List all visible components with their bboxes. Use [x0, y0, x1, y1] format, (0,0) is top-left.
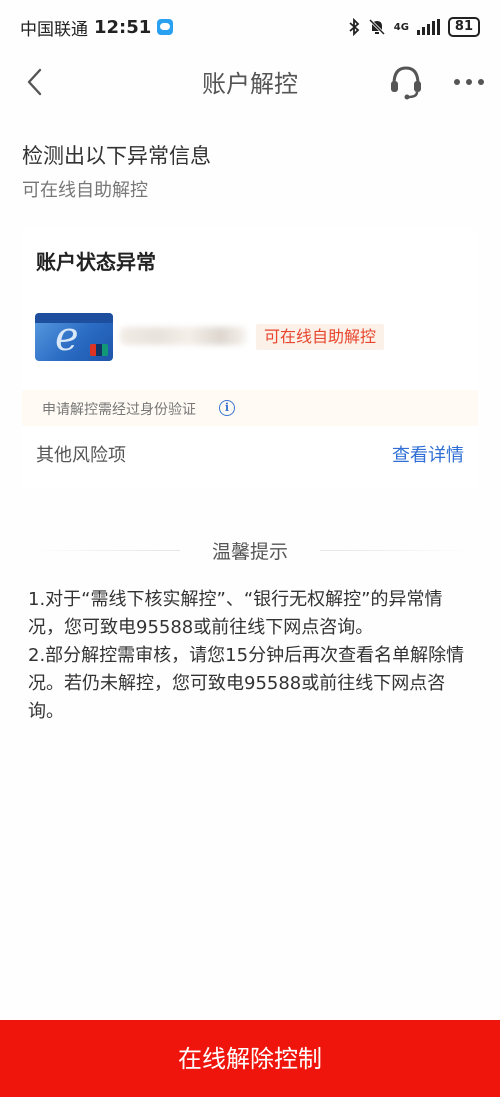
tips-header: 温馨提示	[30, 535, 470, 565]
status-right: 4G 81	[348, 17, 480, 37]
more-dots-icon[interactable]	[452, 70, 486, 94]
mute-bell-icon	[368, 18, 385, 36]
page-title: 账户解控	[202, 70, 298, 98]
masked-card-number	[120, 327, 246, 345]
other-risk-label: 其他风险项	[36, 445, 126, 466]
online-unlock-button[interactable]: 在线解除控制	[0, 1020, 500, 1097]
tip-item: 1.对于“需线下核实解控”、“银行无权解控”的异常情况，您可致电95588或前往…	[28, 589, 443, 638]
verify-notice: 申请解控需经过身份验证 i	[22, 390, 478, 426]
view-detail-link[interactable]: 查看详情	[392, 441, 464, 467]
network-type: 4G	[393, 21, 409, 33]
status-bar: 中国联通 12:51 4G 81	[0, 0, 500, 54]
card-title: 账户状态异常	[36, 250, 156, 274]
account-status-card: 账户状态异常 e 可在线自助解控 申请解控需经过身份验证 i 其他风险项 查看详…	[22, 226, 478, 488]
tip-item: 2.部分解控需审核，请您15分钟后再次查看名单解除情况。若仍未解控，您可致电95…	[28, 645, 465, 722]
bluetooth-icon	[349, 18, 360, 36]
unionpay-logo	[90, 344, 108, 356]
battery-indicator: 81	[447, 17, 480, 37]
headset-icon[interactable]	[388, 62, 424, 100]
message-app-icon	[157, 19, 174, 35]
divider-right	[320, 550, 470, 551]
nav-bar: 账户解控	[0, 54, 500, 110]
status-left: 中国联通 12:51	[20, 15, 174, 40]
carrier-label: 中国联通	[20, 19, 88, 40]
clock: 12:51	[94, 16, 152, 38]
status-badge: 可在线自助解控	[256, 324, 385, 350]
signal-icon	[416, 19, 440, 35]
bank-card-logo: e	[55, 314, 79, 360]
bank-card-image: e	[35, 313, 113, 361]
info-icon[interactable]: i	[219, 400, 235, 416]
verify-note-text: 申请解控需经过身份验证	[42, 402, 196, 418]
detect-subtitle: 可在线自助解控	[22, 180, 148, 201]
tips-list: 1.对于“需线下核实解控”、“银行无权解控”的异常情况，您可致电95588或前往…	[28, 586, 478, 726]
detect-title: 检测出以下异常信息	[22, 144, 211, 168]
